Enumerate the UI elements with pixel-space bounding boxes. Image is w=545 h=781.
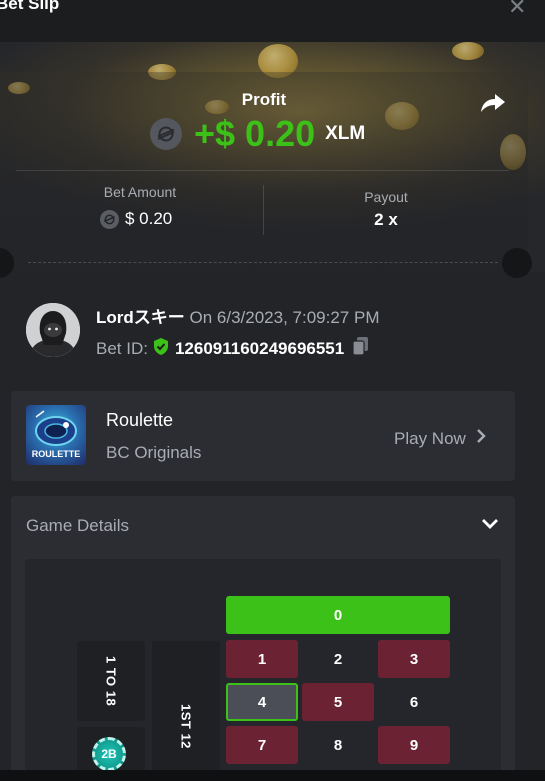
profit-amount: +$ 0.20 [194, 113, 316, 154]
payout-label: Payout [364, 189, 408, 205]
bet-cell-number[interactable]: 5 [302, 683, 374, 721]
play-now-label: Play Now [394, 428, 466, 448]
bet-cell-number[interactable]: 2 [302, 640, 374, 678]
share-icon[interactable] [480, 92, 506, 119]
top-bar: Bet Slip ✕ [0, 0, 545, 42]
profit-label: Profit [241, 90, 287, 109]
bet-cell-number[interactable]: 9 [378, 726, 450, 764]
bet-cell-zero[interactable]: 0 [226, 596, 450, 634]
bet-cell-number-selected[interactable]: 4 [226, 683, 298, 721]
thumbnail-label: ROULETTE [31, 449, 81, 459]
profit-currency: XLM [325, 123, 366, 144]
chevron-down-icon[interactable] [481, 517, 499, 535]
bet-cell-number[interactable]: 3 [378, 640, 450, 678]
game-card[interactable]: ROULETTE Roulette BC Originals Play Now [11, 391, 515, 481]
divider [16, 170, 509, 171]
bet-cell-1st-12[interactable]: 1ST 12 [152, 641, 220, 781]
bet-amount-label: Bet Amount [103, 184, 177, 200]
profit-row: +$ 0.20 XLM [150, 112, 365, 156]
stellar-xlm-icon [100, 209, 119, 229]
divider [263, 185, 264, 235]
bet-cell-1-to-18[interactable]: 1 TO 18 [77, 641, 145, 721]
bet-amount-value: $ 0.20 [125, 209, 173, 228]
payout-value: 2 x [374, 210, 398, 229]
close-icon[interactable]: ✕ [508, 0, 526, 20]
play-now-button[interactable]: Play Now [394, 428, 486, 449]
chevron-right-icon [476, 428, 486, 449]
bet-date: On 6/3/2023, 7:09:27 PM [189, 308, 380, 327]
bet-cell-number[interactable]: 8 [302, 726, 374, 764]
bottom-edge [0, 770, 545, 781]
dashed-divider [28, 262, 498, 263]
bet-amount-value-row: $ 0.20 [100, 209, 172, 229]
bet-cell-label: 1ST 12 [178, 703, 194, 749]
bet-cell-number[interactable]: 6 [378, 683, 450, 721]
bet-cell-number[interactable]: 7 [226, 726, 298, 764]
copy-icon[interactable] [352, 336, 370, 361]
game-name: Roulette [106, 410, 174, 430]
bet-cell-label: 1 TO 18 [103, 655, 119, 707]
user-name[interactable]: Lordスキー [96, 308, 185, 327]
bet-chip: 2B [92, 737, 126, 771]
game-details-title: Game Details [26, 516, 129, 535]
game-provider: BC Originals [106, 443, 202, 462]
ticket-notch-right [502, 248, 532, 278]
bet-id-value: 126091160249696551 [174, 338, 345, 358]
coin-decoration [452, 42, 484, 60]
stellar-xlm-icon [150, 118, 182, 150]
page-title: Bet Slip [0, 0, 60, 13]
bet-cell-number[interactable]: 1 [226, 640, 298, 678]
roulette-board: 0 1 TO 18 2B 1ST 12 1 2 3 4 5 6 7 8 9 [25, 559, 501, 781]
user-line: Lordスキー On 6/3/2023, 7:09:27 PM [96, 303, 379, 328]
game-details-panel: Game Details 0 1 TO 18 2B 1ST 12 1 2 3 4… [11, 496, 515, 781]
bet-id-label: Bet ID: [96, 338, 148, 358]
bet-id-row: Bet ID: 126091160249696551 [96, 336, 370, 361]
verified-shield-icon [152, 337, 170, 361]
avatar[interactable] [26, 303, 80, 357]
roulette-thumbnail: ROULETTE [26, 405, 86, 465]
bet-slip-panel: Profit +$ 0.20 XLM Bet Amount $ 0.20 Pay… [0, 42, 545, 781]
